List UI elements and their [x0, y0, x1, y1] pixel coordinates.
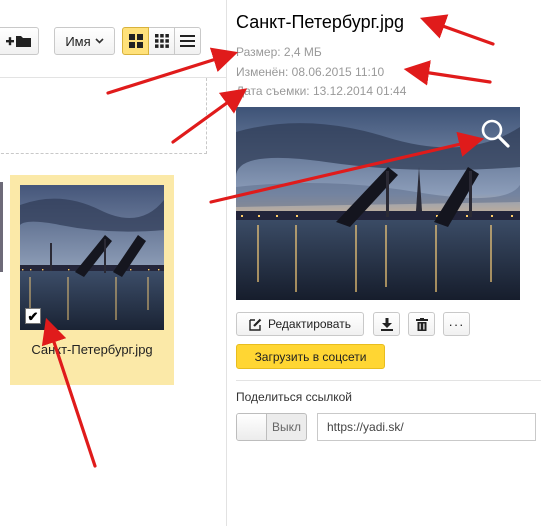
previous-file-thumbnail-edge[interactable]: [0, 182, 3, 272]
share-link-input[interactable]: [317, 413, 536, 441]
view-list-button[interactable]: [174, 27, 201, 55]
new-folder-button[interactable]: [0, 27, 39, 55]
file-size: Размер: 2,4 МБ: [236, 45, 322, 59]
upload-to-social-button[interactable]: Загрузить в соцсети: [236, 344, 385, 369]
image-preview[interactable]: [236, 107, 520, 300]
sort-dropdown[interactable]: Имя: [54, 27, 115, 55]
view-mode-switcher: [122, 27, 201, 55]
toggle-state-label: Выкл: [271, 420, 301, 434]
trash-icon: [415, 317, 428, 331]
file-modified-date: Изменён: 08.06.2015 11:10: [236, 65, 385, 79]
upload-to-social-label: Загрузить в соцсети: [254, 349, 367, 364]
chevron-down-icon: [95, 38, 104, 44]
download-icon: [380, 317, 393, 331]
checkmark-icon: ✔: [27, 308, 39, 324]
large-grid-icon: [128, 34, 143, 48]
sort-label: Имя: [65, 33, 91, 49]
upload-drop-area[interactable]: [0, 78, 207, 154]
file-list-pane: Имя ✔ Санкт-Петербург.jpg: [0, 0, 226, 526]
list-icon: [180, 35, 195, 47]
zoom-magnifier-icon[interactable]: [480, 118, 510, 148]
edit-button-label: Редактировать: [268, 317, 351, 331]
more-actions-button[interactable]: ···: [443, 312, 470, 336]
file-info-panel: Санкт-Петербург.jpg Размер: 2,4 МБ Измен…: [226, 0, 549, 526]
file-thumbnail: [20, 185, 164, 330]
plus-folder-icon: [6, 36, 31, 47]
share-divider: [236, 380, 541, 381]
view-small-tiles-button[interactable]: [148, 27, 175, 55]
file-tile-name: Санкт-Петербург.jpg: [31, 342, 153, 357]
file-title: Санкт-Петербург.jpg: [236, 12, 404, 32]
edit-button[interactable]: Редактировать: [236, 312, 364, 336]
toggle-knob: [237, 414, 267, 440]
download-button[interactable]: [373, 312, 400, 336]
small-grid-icon: [154, 34, 169, 48]
more-dots-icon: ···: [448, 316, 465, 332]
share-link-toggle[interactable]: Выкл: [236, 413, 307, 441]
file-select-checkbox[interactable]: ✔: [25, 308, 41, 324]
view-large-tiles-button[interactable]: [122, 27, 149, 55]
edit-pencil-icon: [249, 318, 262, 331]
file-tile-selected[interactable]: ✔ Санкт-Петербург.jpg: [10, 175, 174, 385]
delete-button[interactable]: [408, 312, 435, 336]
file-shooting-date: Дата съемки: 13.12.2014 01:44: [236, 84, 407, 98]
share-link-heading: Поделиться ссылкой: [236, 390, 352, 404]
